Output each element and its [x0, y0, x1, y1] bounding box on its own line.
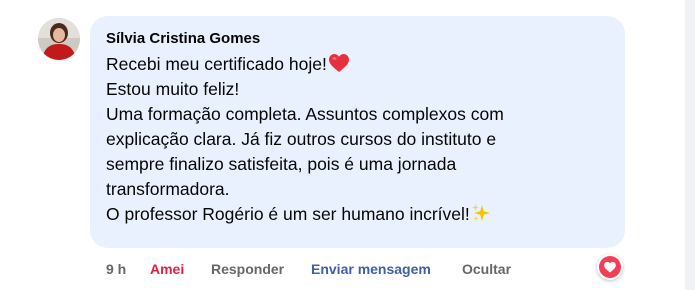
- comment-line: sempre finalizo satisfeita, pois é uma j…: [106, 154, 457, 174]
- reply-button[interactable]: Responder: [211, 259, 284, 279]
- comment-line: Recebi meu certificado hoje!: [106, 52, 611, 77]
- heart-emoji-icon: [328, 54, 349, 72]
- comment-bubble: Sílvia Cristina Gomes Recebi meu certifi…: [90, 16, 625, 248]
- comment-line-text: O professor Rogério é um ser humano incr…: [106, 204, 470, 224]
- sparkles-emoji-icon: [471, 204, 490, 221]
- timestamp-link[interactable]: 9 h: [106, 259, 126, 279]
- comment-line: Estou muito feliz!: [106, 79, 240, 99]
- comment-line: transformadora.: [106, 179, 230, 199]
- scrollbar[interactable]: [685, 0, 695, 290]
- avatar-photo: [38, 18, 80, 60]
- comment-author[interactable]: Sílvia Cristina Gomes: [106, 30, 260, 47]
- avatar[interactable]: [38, 18, 80, 60]
- hide-button[interactable]: Ocultar: [462, 259, 511, 279]
- reaction-badge[interactable]: [597, 254, 623, 280]
- comment-line-text: Recebi meu certificado hoje!: [106, 54, 327, 74]
- comment-line: Uma formação completa. Assuntos complexo…: [106, 104, 504, 124]
- comment-line: O professor Rogério é um ser humano incr…: [106, 202, 611, 227]
- love-reaction-button[interactable]: Amei: [150, 259, 184, 279]
- comment-text: Recebi meu certificado hoje! Estou muito…: [106, 52, 611, 227]
- heart-reaction-icon: [599, 256, 621, 278]
- comment-line: explicação clara. Já fiz outros cursos d…: [106, 129, 497, 149]
- send-message-button[interactable]: Enviar mensagem: [311, 259, 431, 279]
